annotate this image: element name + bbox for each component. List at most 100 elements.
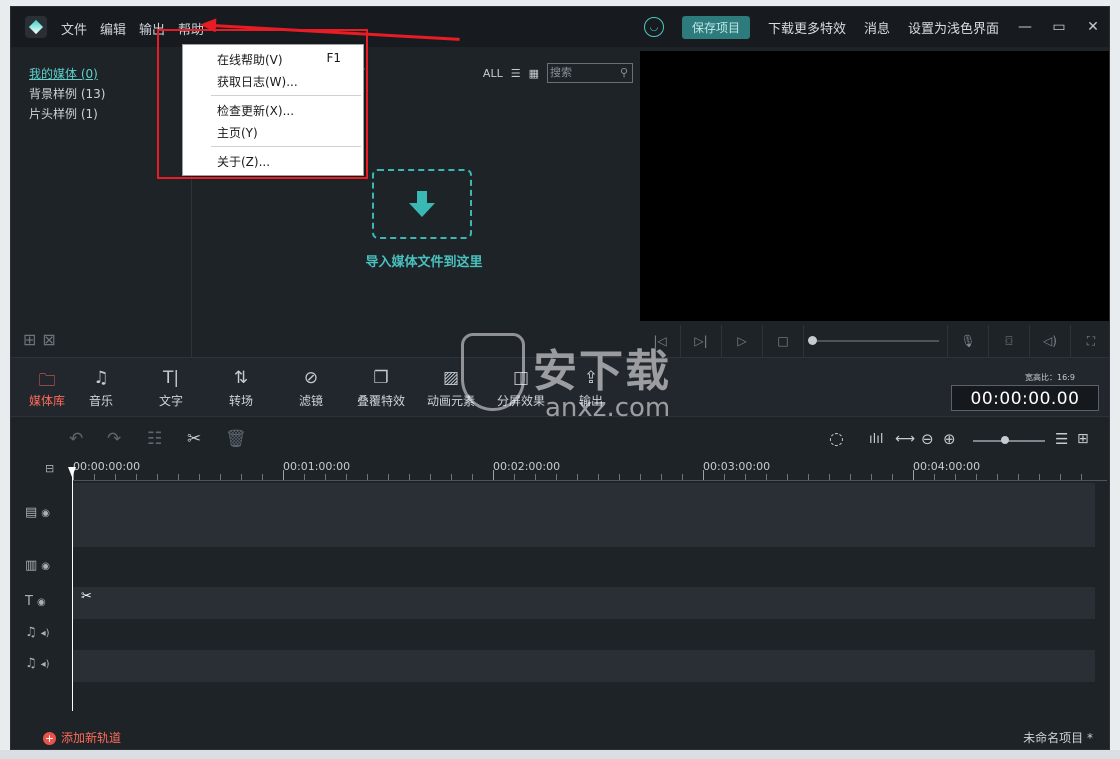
delete-folder-icon[interactable]: ⊠ [42, 330, 61, 349]
snap-icon[interactable]: ⊟ [45, 462, 54, 475]
annotation-arrow-head [199, 17, 217, 33]
zoom-slider-knob[interactable] [1001, 436, 1009, 444]
zoom-in-icon[interactable]: ⊕ [943, 430, 956, 448]
microphone-icon[interactable]: 🎙 [948, 325, 989, 357]
list-view-icon[interactable]: ☰ [511, 67, 521, 80]
ruler-tick [745, 474, 746, 480]
search-icon[interactable]: ⚲ [620, 64, 628, 82]
add-folder-icon[interactable]: ⊞ [23, 330, 42, 349]
scissors-cursor-icon: ✂ [81, 589, 92, 604]
ruler-label: 00:04:00:00 [913, 460, 981, 473]
ruler-tick [871, 474, 872, 480]
fullscreen-icon[interactable]: ⛶ [1071, 325, 1109, 357]
redo-icon[interactable]: ↷ [107, 429, 121, 449]
project-name: 未命名项目 * [1023, 731, 1093, 745]
undo-icon[interactable]: ↶ [69, 429, 83, 449]
eye-icon[interactable]: ◉ [41, 508, 50, 519]
ruler-tick [1060, 474, 1061, 480]
ruler-tick [199, 474, 200, 480]
ruler-label: 00:00:00:00 [73, 460, 141, 473]
add-track-button[interactable]: + 添加新轨道 [43, 729, 121, 746]
tab-media-library[interactable]: 🗀 媒体库 [17, 368, 77, 409]
media-item-intro-samples[interactable]: 片头样例 (1) [29, 105, 98, 122]
menu-edit[interactable]: 编辑 [100, 19, 126, 38]
user-account-icon[interactable]: ◡ [643, 17, 664, 37]
trash-icon[interactable]: 🗑 [225, 429, 247, 449]
adjust-icon[interactable]: ☷ [147, 429, 162, 449]
close-icon[interactable]: ✕ [1085, 19, 1101, 35]
ruler-tick [304, 474, 305, 480]
ruler-tick [829, 474, 830, 480]
folder-actions: ⊞⊠ [23, 330, 62, 349]
ruler-tick [577, 474, 578, 480]
shield-icon [461, 333, 525, 411]
messages-link[interactable]: 消息 [864, 18, 890, 37]
ruler-tick [367, 474, 368, 480]
zoom-out-icon[interactable]: ⊖ [921, 430, 934, 448]
volume-icon[interactable]: ◁) [1030, 325, 1071, 357]
menu-file[interactable]: 文件 [61, 19, 87, 38]
watermark-sub: anxz.com [545, 393, 671, 423]
list-view-icon[interactable]: ☰ [1055, 430, 1068, 448]
plus-icon: + [43, 732, 56, 745]
tab-music[interactable]: ♫ 音乐 [71, 368, 131, 409]
audio-track-2[interactable] [73, 650, 1095, 682]
speaker-icon[interactable]: ◂) [41, 659, 50, 670]
ruler-tick [766, 474, 767, 480]
eye-icon[interactable]: ◉ [41, 561, 50, 572]
text-icon: T| [162, 368, 180, 388]
speaker-icon[interactable]: ◂) [41, 628, 50, 639]
import-drop-zone[interactable] [372, 169, 472, 239]
header-actions: ◡ 保存项目 下载更多特效 消息 设置为浅色界面 — ▭ ✕ [643, 15, 1101, 39]
tab-filter[interactable]: ⊘ 滤镜 [281, 368, 341, 409]
search-input[interactable]: 搜索 ⚲ [547, 63, 633, 83]
maximize-icon[interactable]: ▭ [1051, 19, 1067, 35]
ruler-tick [451, 474, 452, 480]
ruler-tick [640, 474, 641, 480]
music-track-icon: ♫ ◂) [25, 625, 50, 640]
media-item-background-samples[interactable]: 背景样例 (13) [29, 85, 105, 102]
snapshot-icon[interactable]: ⌼ [989, 325, 1030, 357]
tab-overlay[interactable]: ❐ 叠覆特效 [351, 368, 411, 409]
stop-icon[interactable]: □ [763, 325, 804, 357]
ruler-tick [346, 474, 347, 480]
tab-text[interactable]: T| 文字 [141, 368, 201, 409]
playback-controls: |◁ ▷| ▷ □ 🎙 ⌼ ◁) ⛶ [640, 325, 1109, 357]
eye-icon[interactable]: ◉ [37, 597, 46, 608]
timeline-tools: ↶ ↷ ☷ ✂ 🗑 ◌ ılıl ⟷ ⊖ ⊕ ☰ ⊞ [11, 427, 1109, 455]
play-icon[interactable]: ▷ [722, 325, 763, 357]
zoom-slider[interactable] [973, 440, 1045, 442]
ruler-tick [787, 474, 788, 480]
grid-view-icon[interactable]: ▦ [529, 67, 539, 80]
ruler-tick [913, 470, 914, 480]
ruler-tick [997, 474, 998, 480]
playback-slider[interactable] [804, 325, 948, 357]
save-project-button[interactable]: 保存项目 [681, 15, 750, 39]
light-theme-link[interactable]: 设置为浅色界面 [908, 18, 999, 37]
ruler-tick [136, 474, 137, 480]
ruler-tick [283, 470, 284, 480]
text-track[interactable] [73, 587, 1095, 619]
render-preview-icon[interactable]: ◌ [829, 429, 844, 449]
download-effects-link[interactable]: 下载更多特效 [768, 18, 846, 37]
timeline-ruler: 00:00:00:00 00:01:00:00 00:02:00:00 00:0… [73, 458, 1107, 481]
download-arrow-icon [409, 191, 435, 217]
filter-all[interactable]: ALL [483, 67, 503, 80]
annotation-highlight-box [157, 29, 368, 179]
fit-timeline-icon[interactable]: ⟷ [895, 431, 915, 447]
ruler-tick [556, 474, 557, 480]
video-track-1[interactable] [73, 483, 1095, 547]
ruler-tick [157, 474, 158, 480]
desktop-background [0, 750, 1120, 759]
playhead[interactable] [72, 467, 73, 711]
audio-mixer-icon[interactable]: ılıl [869, 432, 883, 447]
tab-transition[interactable]: ⇅ 转场 [211, 368, 271, 409]
grid-view-icon[interactable]: ⊞ [1077, 431, 1089, 447]
overlay-icon: ❐ [373, 368, 389, 388]
scissors-icon[interactable]: ✂ [187, 429, 201, 449]
media-item-my-media[interactable]: 我的媒体 (0) [29, 65, 98, 82]
ruler-tick [1018, 474, 1019, 480]
ruler-label: 00:01:00:00 [283, 460, 351, 473]
ruler-tick [955, 474, 956, 480]
minimize-icon[interactable]: — [1017, 19, 1033, 35]
